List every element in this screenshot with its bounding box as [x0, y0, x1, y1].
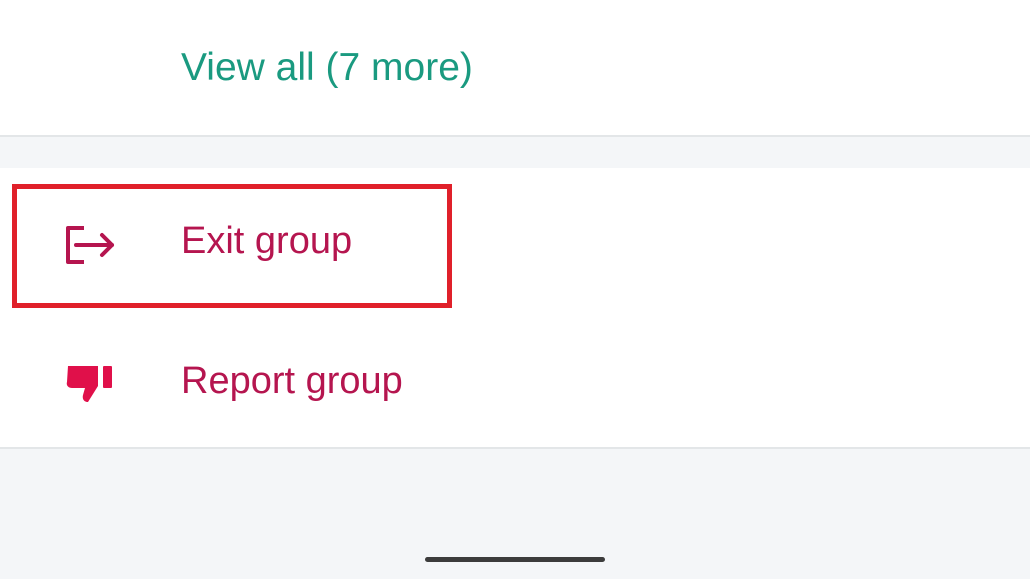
section-divider: [0, 137, 1030, 168]
report-group-button[interactable]: Report group: [0, 316, 1030, 446]
exit-icon: [66, 226, 114, 264]
view-all-participants-link[interactable]: View all (7 more): [181, 44, 473, 92]
home-indicator[interactable]: [425, 557, 605, 562]
participants-section: View all (7 more): [0, 0, 1030, 137]
exit-group-label: Exit group: [181, 220, 353, 262]
exit-group-button[interactable]: Exit group: [0, 176, 1030, 306]
thumbs-down-icon: [66, 366, 112, 402]
report-group-label: Report group: [181, 360, 403, 402]
group-actions-section: Exit group Report group: [0, 168, 1030, 449]
